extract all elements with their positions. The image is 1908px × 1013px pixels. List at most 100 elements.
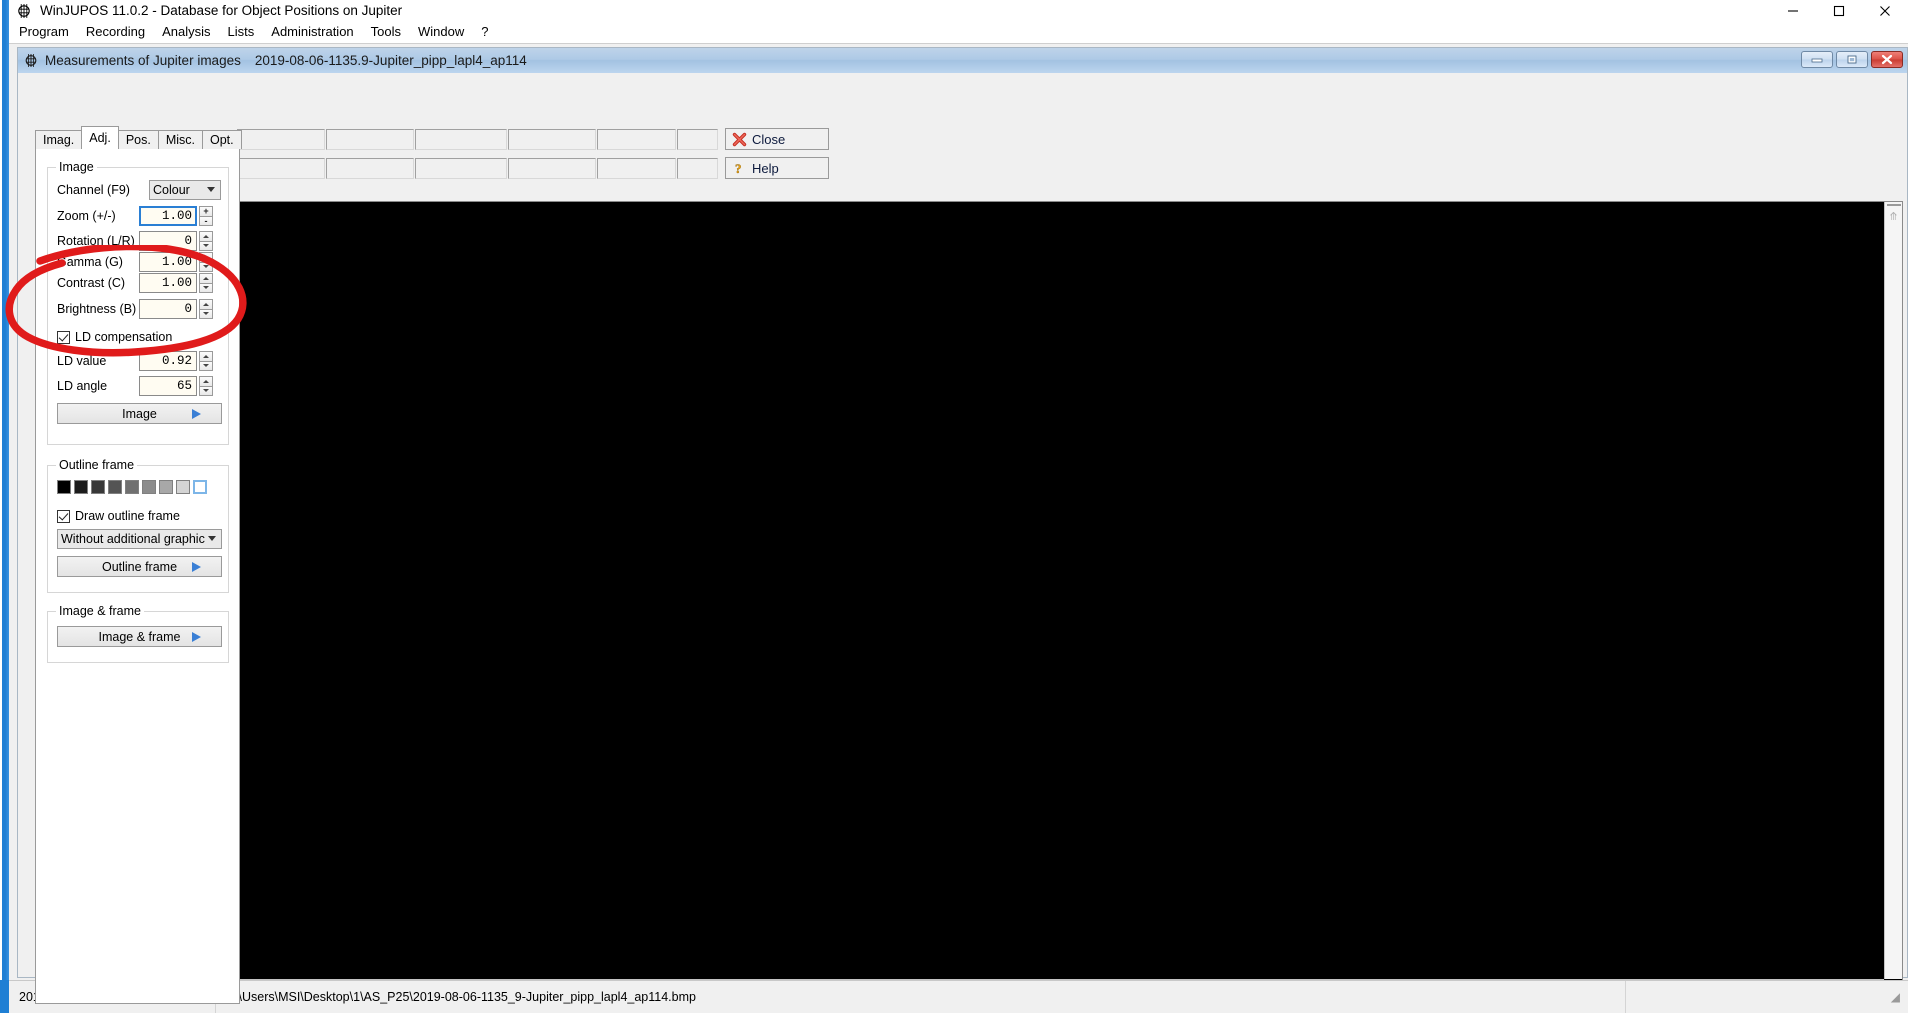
contrast-input[interactable]: 1.00	[139, 273, 197, 293]
close-button[interactable]	[1862, 0, 1908, 22]
gamma-input[interactable]: 1.00	[139, 252, 197, 272]
menu-lists[interactable]: Lists	[220, 22, 264, 43]
jupiter-image-canvas[interactable]	[236, 202, 1884, 979]
minimize-button[interactable]	[1770, 0, 1816, 22]
ld-angle-input[interactable]: 65	[139, 376, 197, 396]
tab-imag[interactable]: Imag.	[35, 130, 83, 149]
rotation-input[interactable]: 0	[139, 231, 197, 251]
swatch-5[interactable]	[142, 480, 156, 494]
gamma-stepper[interactable]	[199, 252, 213, 272]
zoom-label: Zoom (+/-)	[57, 209, 116, 223]
zoom-decrease-button[interactable]: -	[199, 215, 213, 226]
rotation-row: Rotation (L/R) 0	[57, 231, 227, 251]
ld-value-label: LD value	[57, 354, 107, 368]
ld-value-stepper[interactable]	[199, 351, 213, 371]
scroll-track-top	[1886, 204, 1901, 206]
child-restore-button[interactable]	[1836, 51, 1868, 68]
swatch-6[interactable]	[159, 480, 173, 494]
ld-value-input[interactable]: 0.92	[139, 351, 197, 371]
image-group: Image Channel (F9) Colour Zoom (+/-) 1.0…	[47, 160, 229, 445]
ld-angle-stepper[interactable]	[199, 376, 213, 396]
graphic-combo[interactable]: Without additional graphic	[57, 529, 222, 549]
resize-grip-icon[interactable]: ◢	[1891, 990, 1900, 1004]
draw-outline-frame-checkbox[interactable]: Draw outline frame	[57, 506, 227, 526]
brightness-input[interactable]: 0	[139, 299, 197, 319]
measurements-subtitle: 2019-08-06-1135.9-Jupiter_pipp_lapl4_ap1…	[254, 53, 527, 68]
apply-image-frame-button[interactable]: Image & frame	[57, 626, 222, 647]
swatch-4[interactable]	[125, 480, 139, 494]
close-button[interactable]: Close	[725, 128, 829, 150]
brightness-up-button[interactable]	[199, 299, 213, 309]
zoom-increase-button[interactable]: +	[199, 206, 213, 216]
swatch-2[interactable]	[91, 480, 105, 494]
contrast-down-button[interactable]	[199, 282, 213, 293]
zoom-row: Zoom (+/-) 1.00 + -	[57, 206, 227, 226]
main-window-title: WinJUPOS 11.0.2 - Database for Object Po…	[40, 3, 403, 18]
ld-value-up-button[interactable]	[199, 351, 213, 361]
application-window: WinJUPOS 11.0.2 - Database for Object Po…	[0, 0, 1908, 1013]
tab-opt[interactable]: Opt.	[202, 130, 242, 149]
info-box-r2c3	[415, 158, 507, 179]
ld-value-down-button[interactable]	[199, 360, 213, 371]
channel-combo[interactable]: Colour	[149, 180, 221, 200]
chevron-up-icon[interactable]: ⤊	[1889, 208, 1898, 226]
brightness-stepper[interactable]	[199, 299, 213, 319]
menu-help[interactable]: ?	[473, 22, 497, 43]
swatch-8-selected[interactable]	[193, 480, 207, 494]
zoom-stepper[interactable]: + -	[199, 206, 213, 226]
brightness-down-button[interactable]	[199, 308, 213, 319]
tab-pos[interactable]: Pos.	[117, 130, 159, 149]
outline-frame-group-title: Outline frame	[56, 458, 138, 472]
contrast-row: Contrast (C) 1.00	[57, 273, 227, 293]
menu-program[interactable]: Program	[11, 22, 78, 43]
menu-recording[interactable]: Recording	[78, 22, 154, 43]
info-box-r1c2	[326, 129, 414, 150]
tab-misc[interactable]: Misc.	[157, 130, 203, 149]
child-close-button[interactable]	[1871, 51, 1903, 68]
contrast-up-button[interactable]	[199, 273, 213, 283]
swatch-1[interactable]	[74, 480, 88, 494]
ld-angle-down-button[interactable]	[199, 385, 213, 396]
image-viewport[interactable]: ❮ ⤊	[235, 201, 1903, 998]
info-box-r2c4	[508, 158, 596, 179]
apply-image-frame-label: Image & frame	[98, 629, 181, 644]
menu-tools[interactable]: Tools	[363, 22, 410, 43]
menu-analysis[interactable]: Analysis	[154, 22, 219, 43]
info-box-r1c5	[597, 129, 676, 150]
apply-image-button[interactable]: Image	[57, 403, 222, 424]
swatch-0[interactable]	[57, 480, 71, 494]
graphic-select[interactable]: Without additional graphic	[57, 529, 222, 549]
swatch-7[interactable]	[176, 480, 190, 494]
status-grip-cell: ◢	[1626, 981, 1908, 1013]
rotation-up-button[interactable]	[199, 231, 213, 241]
ld-compensation-checkbox[interactable]: LD compensation	[57, 327, 227, 347]
info-box-r1c6	[677, 129, 718, 150]
tab-adj[interactable]: Adj.	[81, 126, 119, 149]
maximize-button[interactable]	[1816, 0, 1862, 22]
rotation-down-button[interactable]	[199, 240, 213, 251]
ld-compensation-label: LD compensation	[75, 330, 173, 344]
help-button[interactable]: ? Help	[725, 157, 829, 179]
zoom-input[interactable]: 1.00	[139, 206, 197, 226]
menu-window[interactable]: Window	[410, 22, 473, 43]
checkmark-icon	[57, 509, 70, 523]
swatch-3[interactable]	[108, 480, 122, 494]
channel-select[interactable]: Colour	[149, 180, 221, 200]
play-triangle-icon	[192, 562, 201, 572]
menu-bar: Program Recording Analysis Lists Adminis…	[9, 22, 1908, 43]
outline-frame-group: Outline frame Draw outline frame Without…	[47, 458, 229, 593]
brightness-row: Brightness (B) 0	[57, 299, 227, 319]
rotation-stepper[interactable]	[199, 231, 213, 251]
measurements-window: Measurements of Jupiter images 2019-08-0…	[17, 47, 1908, 1004]
info-box-r2c1	[237, 158, 325, 179]
apply-outline-frame-button[interactable]: Outline frame	[57, 556, 222, 577]
child-minimize-button[interactable]	[1801, 51, 1833, 68]
close-button-label: Close	[752, 131, 786, 147]
menu-administration[interactable]: Administration	[263, 22, 362, 43]
checkmark-icon	[57, 330, 70, 344]
contrast-stepper[interactable]	[199, 273, 213, 293]
gamma-up-button[interactable]	[199, 252, 213, 262]
vertical-scrollbar[interactable]: ⤊	[1884, 202, 1902, 979]
gamma-down-button[interactable]	[199, 261, 213, 272]
ld-angle-up-button[interactable]	[199, 376, 213, 386]
